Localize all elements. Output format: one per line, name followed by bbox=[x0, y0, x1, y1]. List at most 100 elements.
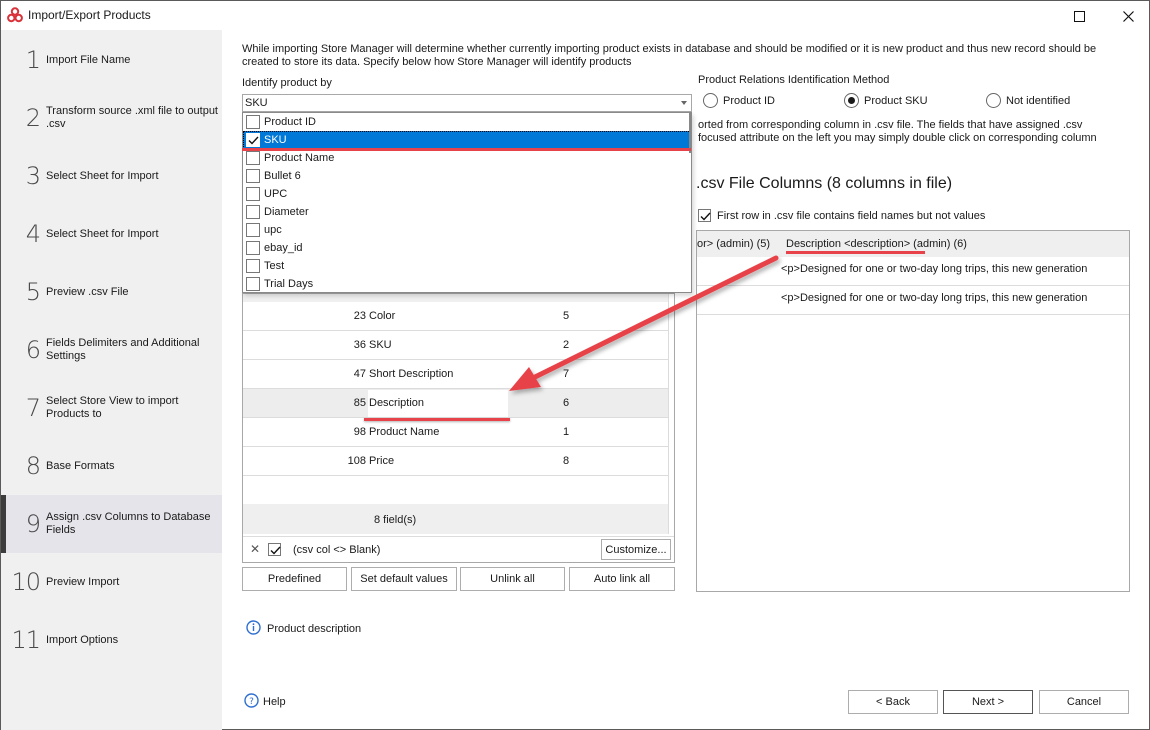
filter-checkbox[interactable] bbox=[268, 543, 281, 556]
identify-product-combobox[interactable]: SKU bbox=[242, 94, 692, 112]
sidebar-step-5[interactable]: 5 Preview .csv File bbox=[1, 263, 222, 321]
close-icon bbox=[1122, 10, 1134, 22]
step-label: Transform source .xml file to output .cs… bbox=[46, 105, 218, 130]
grid-scroll-divider bbox=[668, 294, 669, 534]
clear-filter-icon[interactable]: ✕ bbox=[250, 542, 260, 556]
sidebar-step-8[interactable]: 8 Base Formats bbox=[1, 437, 222, 495]
cancel-button[interactable]: Cancel bbox=[1039, 690, 1129, 714]
svg-text:?: ? bbox=[249, 697, 254, 707]
sidebar-step-2[interactable]: 2 Transform source .xml file to output .c… bbox=[1, 89, 222, 147]
field-name: SKU bbox=[369, 339, 392, 351]
set-default-values-button[interactable]: Set default values bbox=[351, 567, 457, 591]
dropdown-item-label: upc bbox=[264, 224, 282, 236]
sidebar-step-11[interactable]: 11 Import Options bbox=[1, 611, 222, 669]
first-row-label: First row in .csv file contains field na… bbox=[717, 209, 986, 222]
radio-circle[interactable] bbox=[703, 93, 718, 108]
info-text: Product description bbox=[267, 623, 362, 635]
radio-not-identified[interactable]: Not identified bbox=[986, 93, 1070, 108]
next-button[interactable]: Next > bbox=[943, 690, 1033, 714]
step-number: 2 bbox=[25, 104, 41, 132]
dropdown-item-label: SKU bbox=[264, 134, 287, 146]
dropdown-scrollbar[interactable] bbox=[689, 113, 691, 153]
checkbox[interactable] bbox=[246, 115, 260, 129]
checkbox[interactable] bbox=[246, 241, 260, 255]
checkbox[interactable] bbox=[246, 223, 260, 237]
mapping-row[interactable]: 23 Color 5 bbox=[243, 302, 668, 331]
check-icon bbox=[248, 136, 259, 145]
radio-circle[interactable] bbox=[844, 93, 859, 108]
checkbox[interactable] bbox=[246, 151, 260, 165]
help-link[interactable]: ? Help bbox=[244, 693, 286, 711]
checkbox[interactable] bbox=[246, 169, 260, 183]
mapping-row[interactable]: 47 Short Description 7 bbox=[243, 360, 668, 389]
mapping-row[interactable]: 36 SKU 2 bbox=[243, 331, 668, 360]
checkbox[interactable] bbox=[246, 205, 260, 219]
sidebar-step-10[interactable]: 10 Preview Import bbox=[1, 553, 222, 611]
dropdown-item-ebay-id[interactable]: ebay_id bbox=[243, 239, 691, 257]
csv-column-header[interactable]: or> (admin) (5) bbox=[697, 238, 770, 250]
back-button[interactable]: < Back bbox=[848, 690, 938, 714]
first-row-checkbox[interactable]: First row in .csv file contains field na… bbox=[698, 209, 985, 222]
dropdown-item-diameter[interactable]: Diameter bbox=[243, 203, 691, 221]
checkbox[interactable] bbox=[246, 259, 260, 273]
step-number: 11 bbox=[11, 626, 41, 654]
dropdown-item-upc[interactable]: UPC bbox=[243, 185, 691, 203]
dropdown-item-trial-days[interactable]: Trial Days bbox=[243, 275, 691, 293]
field-info: Product description bbox=[246, 620, 361, 638]
field-id: 36 bbox=[353, 339, 366, 351]
csv-row[interactable]: <p>Designed for one or two-day long trip… bbox=[697, 286, 1129, 315]
step-number: 6 bbox=[25, 336, 41, 364]
step-number: 7 bbox=[25, 394, 41, 422]
auto-link-all-button[interactable]: Auto link all bbox=[569, 567, 675, 591]
checkbox[interactable] bbox=[246, 133, 260, 147]
sidebar-step-6[interactable]: 6 Fields Delimiters and Additional Settin… bbox=[1, 321, 222, 379]
assign-hint-text: orted from corresponding column in .csv … bbox=[698, 119, 1138, 145]
checkbox[interactable] bbox=[698, 209, 711, 222]
maximize-button[interactable] bbox=[1064, 5, 1094, 27]
radio-product-id[interactable]: Product ID bbox=[703, 93, 775, 108]
customize-button[interactable]: Customize... bbox=[601, 539, 671, 560]
dropdown-item-sku[interactable]: SKU bbox=[243, 131, 691, 149]
sidebar-step-3[interactable]: 3 Select Sheet for Import bbox=[1, 147, 222, 205]
close-button[interactable] bbox=[1113, 5, 1143, 27]
identify-product-dropdown: Product ID SKU Product Name Bullet 6 UPC… bbox=[242, 112, 692, 293]
step-label: Import Options bbox=[46, 633, 119, 646]
radio-circle[interactable] bbox=[986, 93, 1001, 108]
step-label: Assign .csv Columns to Database Fields bbox=[46, 511, 211, 536]
sidebar-step-1[interactable]: 1 Import File Name bbox=[1, 31, 222, 89]
mapping-row[interactable]: 108 Price 8 bbox=[243, 447, 668, 476]
filter-bar: ✕ (csv col <> Blank) Customize... bbox=[243, 536, 674, 562]
predefined-button[interactable]: Predefined bbox=[242, 567, 347, 591]
checkbox[interactable] bbox=[246, 277, 260, 291]
dropdown-item-label: Trial Days bbox=[264, 278, 314, 290]
chevron-down-icon[interactable] bbox=[681, 101, 687, 105]
unlink-all-button[interactable]: Unlink all bbox=[460, 567, 565, 591]
annotation-underline-sku bbox=[242, 148, 691, 151]
checkbox[interactable] bbox=[246, 187, 260, 201]
step-label: Select Sheet for Import bbox=[46, 169, 159, 182]
sidebar-step-4[interactable]: 4 Select Sheet for Import bbox=[1, 205, 222, 263]
sidebar-step-9[interactable]: 9 Assign .csv Columns to Database Fields bbox=[1, 495, 222, 553]
dropdown-item-bullet-6[interactable]: Bullet 6 bbox=[243, 167, 691, 185]
sidebar-step-7[interactable]: 7 Select Store View to import Products to bbox=[1, 379, 222, 437]
identify-product-label: Identify product by bbox=[242, 77, 332, 89]
radio-product-sku[interactable]: Product SKU bbox=[844, 93, 928, 108]
field-id: 23 bbox=[353, 310, 366, 322]
annotation-underline-description bbox=[364, 418, 510, 421]
dropdown-item-test[interactable]: Test bbox=[243, 257, 691, 275]
csv-row[interactable]: <p>Designed for one or two-day long trip… bbox=[697, 257, 1129, 286]
step-label: Select Store View to import Products to bbox=[46, 395, 179, 420]
dropdown-item-product-name[interactable]: Product Name bbox=[243, 149, 691, 167]
dropdown-item-upc-lower[interactable]: upc bbox=[243, 221, 691, 239]
mapping-row[interactable]: 98 Product Name 1 bbox=[243, 418, 668, 447]
dropdown-item-product-id[interactable]: Product ID bbox=[243, 113, 691, 131]
mapping-row-selected[interactable]: 85 Description 6 bbox=[243, 389, 668, 418]
field-count: 8 field(s) bbox=[374, 514, 417, 526]
grid-header-strip bbox=[243, 294, 668, 302]
assign-hint-line: focused attribute on the left you may si… bbox=[698, 132, 1097, 144]
field-id: 85 bbox=[353, 397, 366, 409]
csv-columns-grid: or> (admin) (5) Description <description… bbox=[696, 230, 1130, 592]
csv-column-header-description[interactable]: Description <description> (admin) (6) bbox=[786, 238, 967, 250]
step-label: Base Formats bbox=[46, 459, 115, 472]
csv-column-number: 6 bbox=[563, 397, 570, 409]
